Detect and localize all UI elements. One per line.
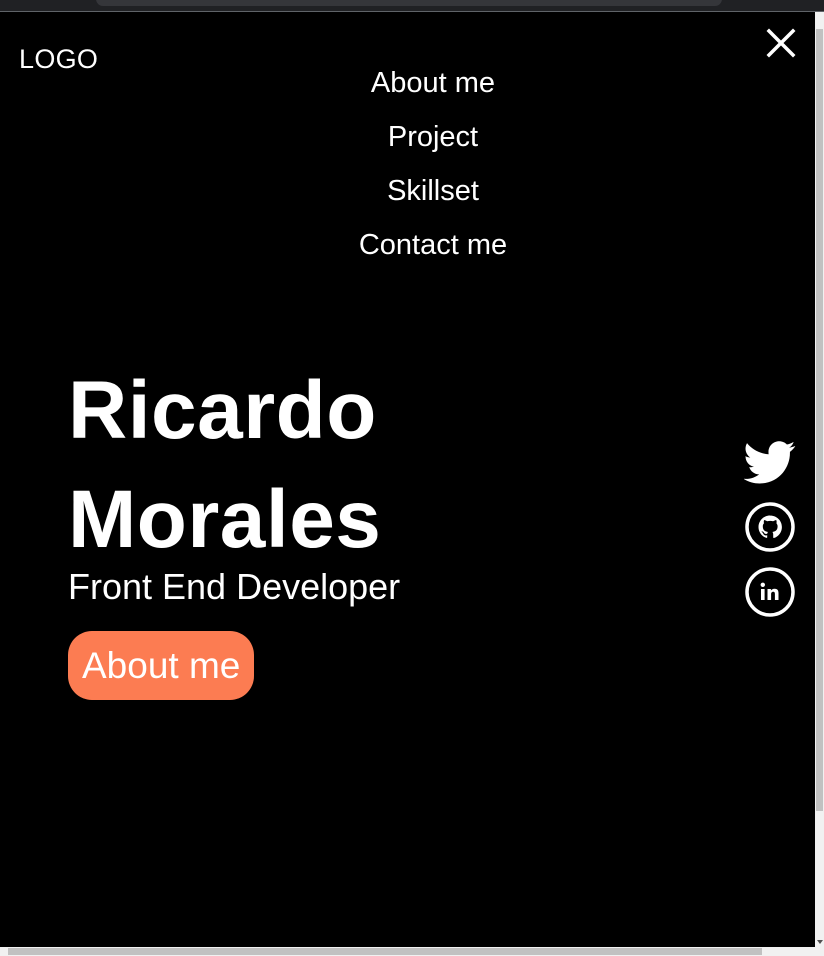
vertical-scrollbar[interactable] xyxy=(815,12,824,947)
vertical-scrollbar-thumb[interactable] xyxy=(816,29,823,811)
browser-chrome xyxy=(0,0,824,12)
page-viewport: LOGO About me Project Skillset Contact m… xyxy=(0,12,815,947)
about-me-button[interactable]: About me xyxy=(68,631,255,700)
github-link[interactable] xyxy=(744,501,796,553)
nav-item-project[interactable]: Project xyxy=(0,110,815,164)
address-bar[interactable] xyxy=(96,0,722,6)
github-icon xyxy=(745,502,795,552)
social-links xyxy=(743,436,796,631)
scroll-down-arrow-icon[interactable] xyxy=(817,940,823,944)
hero-name-first: Ricardo xyxy=(68,365,377,456)
horizontal-scrollbar[interactable] xyxy=(0,947,824,956)
hero-section: Ricardo Morales Front End Developer Abou… xyxy=(68,356,400,700)
hero-name-last: Morales xyxy=(68,474,382,565)
twitter-link[interactable] xyxy=(743,436,796,488)
linkedin-link[interactable] xyxy=(744,566,796,618)
hero-name: Ricardo Morales xyxy=(68,356,400,574)
horizontal-scrollbar-thumb[interactable] xyxy=(8,948,762,955)
nav-item-about-me[interactable]: About me xyxy=(0,56,815,110)
twitter-icon xyxy=(743,441,796,484)
nav-item-contact-me[interactable]: Contact me xyxy=(0,218,815,272)
nav-item-skillset[interactable]: Skillset xyxy=(0,164,815,218)
hero-role: Front End Developer xyxy=(68,566,401,607)
linkedin-icon xyxy=(745,567,795,617)
main-nav: About me Project Skillset Contact me xyxy=(0,56,815,272)
